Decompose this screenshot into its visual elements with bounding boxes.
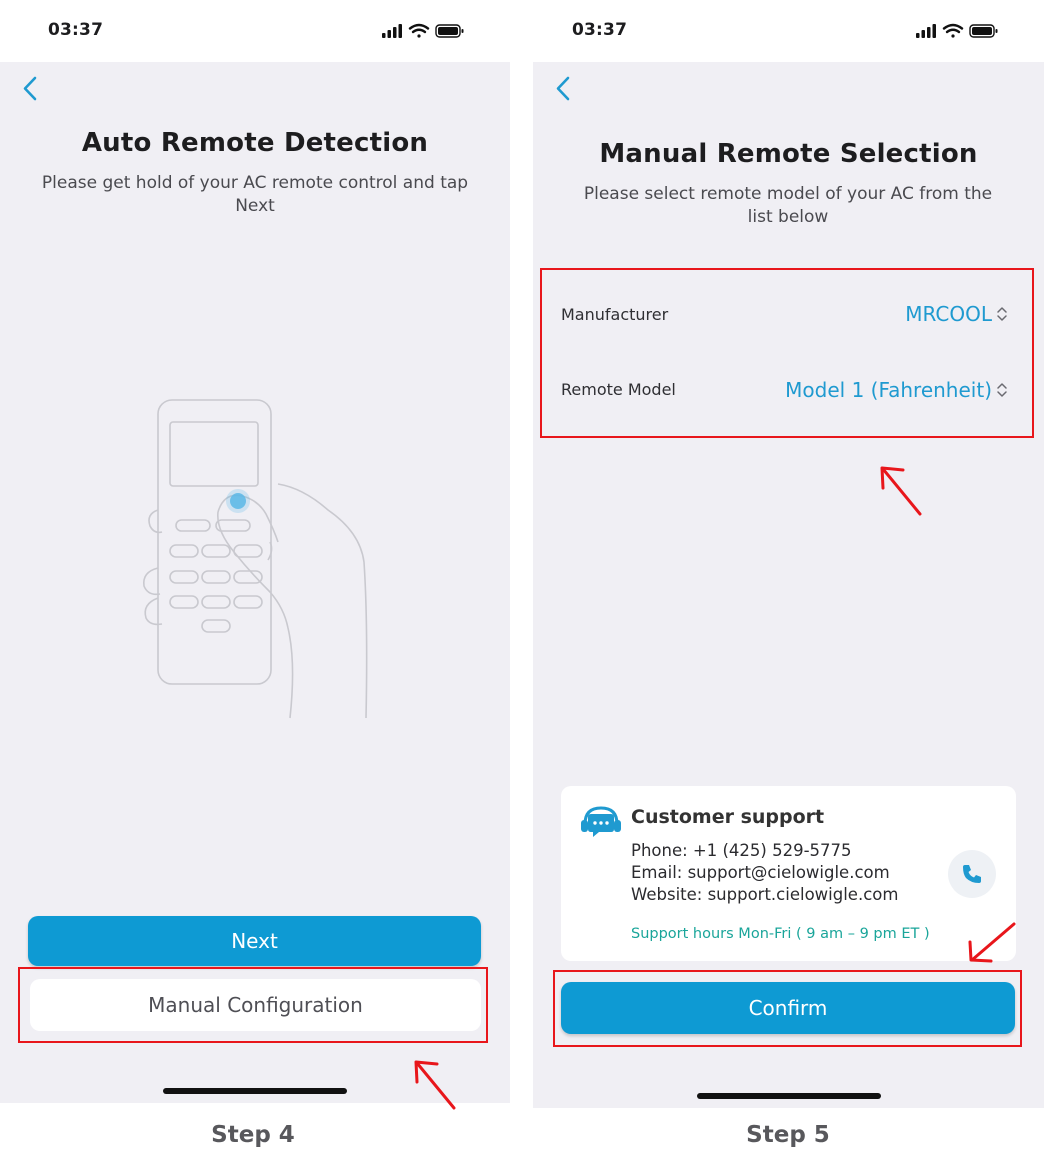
wifi-icon xyxy=(942,23,964,38)
call-support-button[interactable] xyxy=(948,850,996,898)
cellular-signal-icon xyxy=(916,24,936,38)
battery-icon xyxy=(435,24,464,38)
next-button[interactable]: Next xyxy=(28,916,481,966)
chevron-left-icon xyxy=(556,76,570,101)
confirm-button[interactable]: Confirm xyxy=(561,982,1015,1034)
manufacturer-label: Manufacturer xyxy=(561,305,669,324)
manufacturer-value: MRCOOL xyxy=(905,302,992,326)
support-phone: Phone: +1 (425) 529-5775 xyxy=(631,841,852,860)
support-hours: Support hours Mon-Fri ( 9 am – 9 pm ET ) xyxy=(631,926,930,942)
phone-icon xyxy=(963,865,981,883)
page-title: Manual Remote Selection xyxy=(599,139,978,169)
chevron-updown-icon xyxy=(997,383,1007,397)
chevron-left-icon xyxy=(23,76,37,101)
support-title: Customer support xyxy=(631,806,825,828)
home-indicator xyxy=(163,1088,347,1094)
page-title: Auto Remote Detection xyxy=(81,128,429,158)
manual-configuration-button[interactable]: Manual Configuration xyxy=(30,979,481,1031)
manufacturer-picker[interactable]: MRCOOL xyxy=(905,302,1008,326)
cellular-signal-icon xyxy=(382,24,402,38)
highlight-box-remote-selection xyxy=(540,268,1034,438)
remote-model-picker[interactable]: Model 1 (Fahrenheit) xyxy=(785,378,1008,402)
status-icons xyxy=(916,22,1002,44)
status-bar: 03:37 xyxy=(533,0,1044,62)
support-website[interactable]: Website: support.cielowigle.com xyxy=(631,885,898,904)
support-email[interactable]: Email: support@cielowigle.com xyxy=(631,863,890,882)
status-time: 03:37 xyxy=(572,20,628,40)
support-headset-icon xyxy=(581,806,621,837)
wifi-icon xyxy=(408,23,430,38)
manual-selection-screen: 03:37 Manual Remote Selection Please sel… xyxy=(533,0,1044,1108)
status-icons xyxy=(382,22,468,44)
page-subtitle: Please get hold of your AC remote contro… xyxy=(41,173,469,216)
back-button[interactable] xyxy=(18,74,48,104)
customer-support-card: Customer support Phone: +1 (425) 529-577… xyxy=(561,786,1016,961)
remote-model-value: Model 1 (Fahrenheit) xyxy=(785,378,992,402)
auto-detection-screen: 03:37 Auto Remote Detection Please get h… xyxy=(0,0,510,1103)
page-subtitle: Please select remote model of your AC fr… xyxy=(583,184,993,227)
status-time: 03:37 xyxy=(48,20,104,40)
home-indicator xyxy=(697,1093,881,1099)
chevron-updown-icon xyxy=(997,307,1007,321)
step-4-label: Step 4 xyxy=(211,1122,295,1148)
back-button[interactable] xyxy=(551,74,581,104)
remote-hand-illustration xyxy=(138,392,378,726)
status-bar: 03:37 xyxy=(0,0,510,62)
step-5-label: Step 5 xyxy=(746,1122,830,1148)
battery-icon xyxy=(969,24,998,38)
remote-model-label: Remote Model xyxy=(561,380,676,399)
